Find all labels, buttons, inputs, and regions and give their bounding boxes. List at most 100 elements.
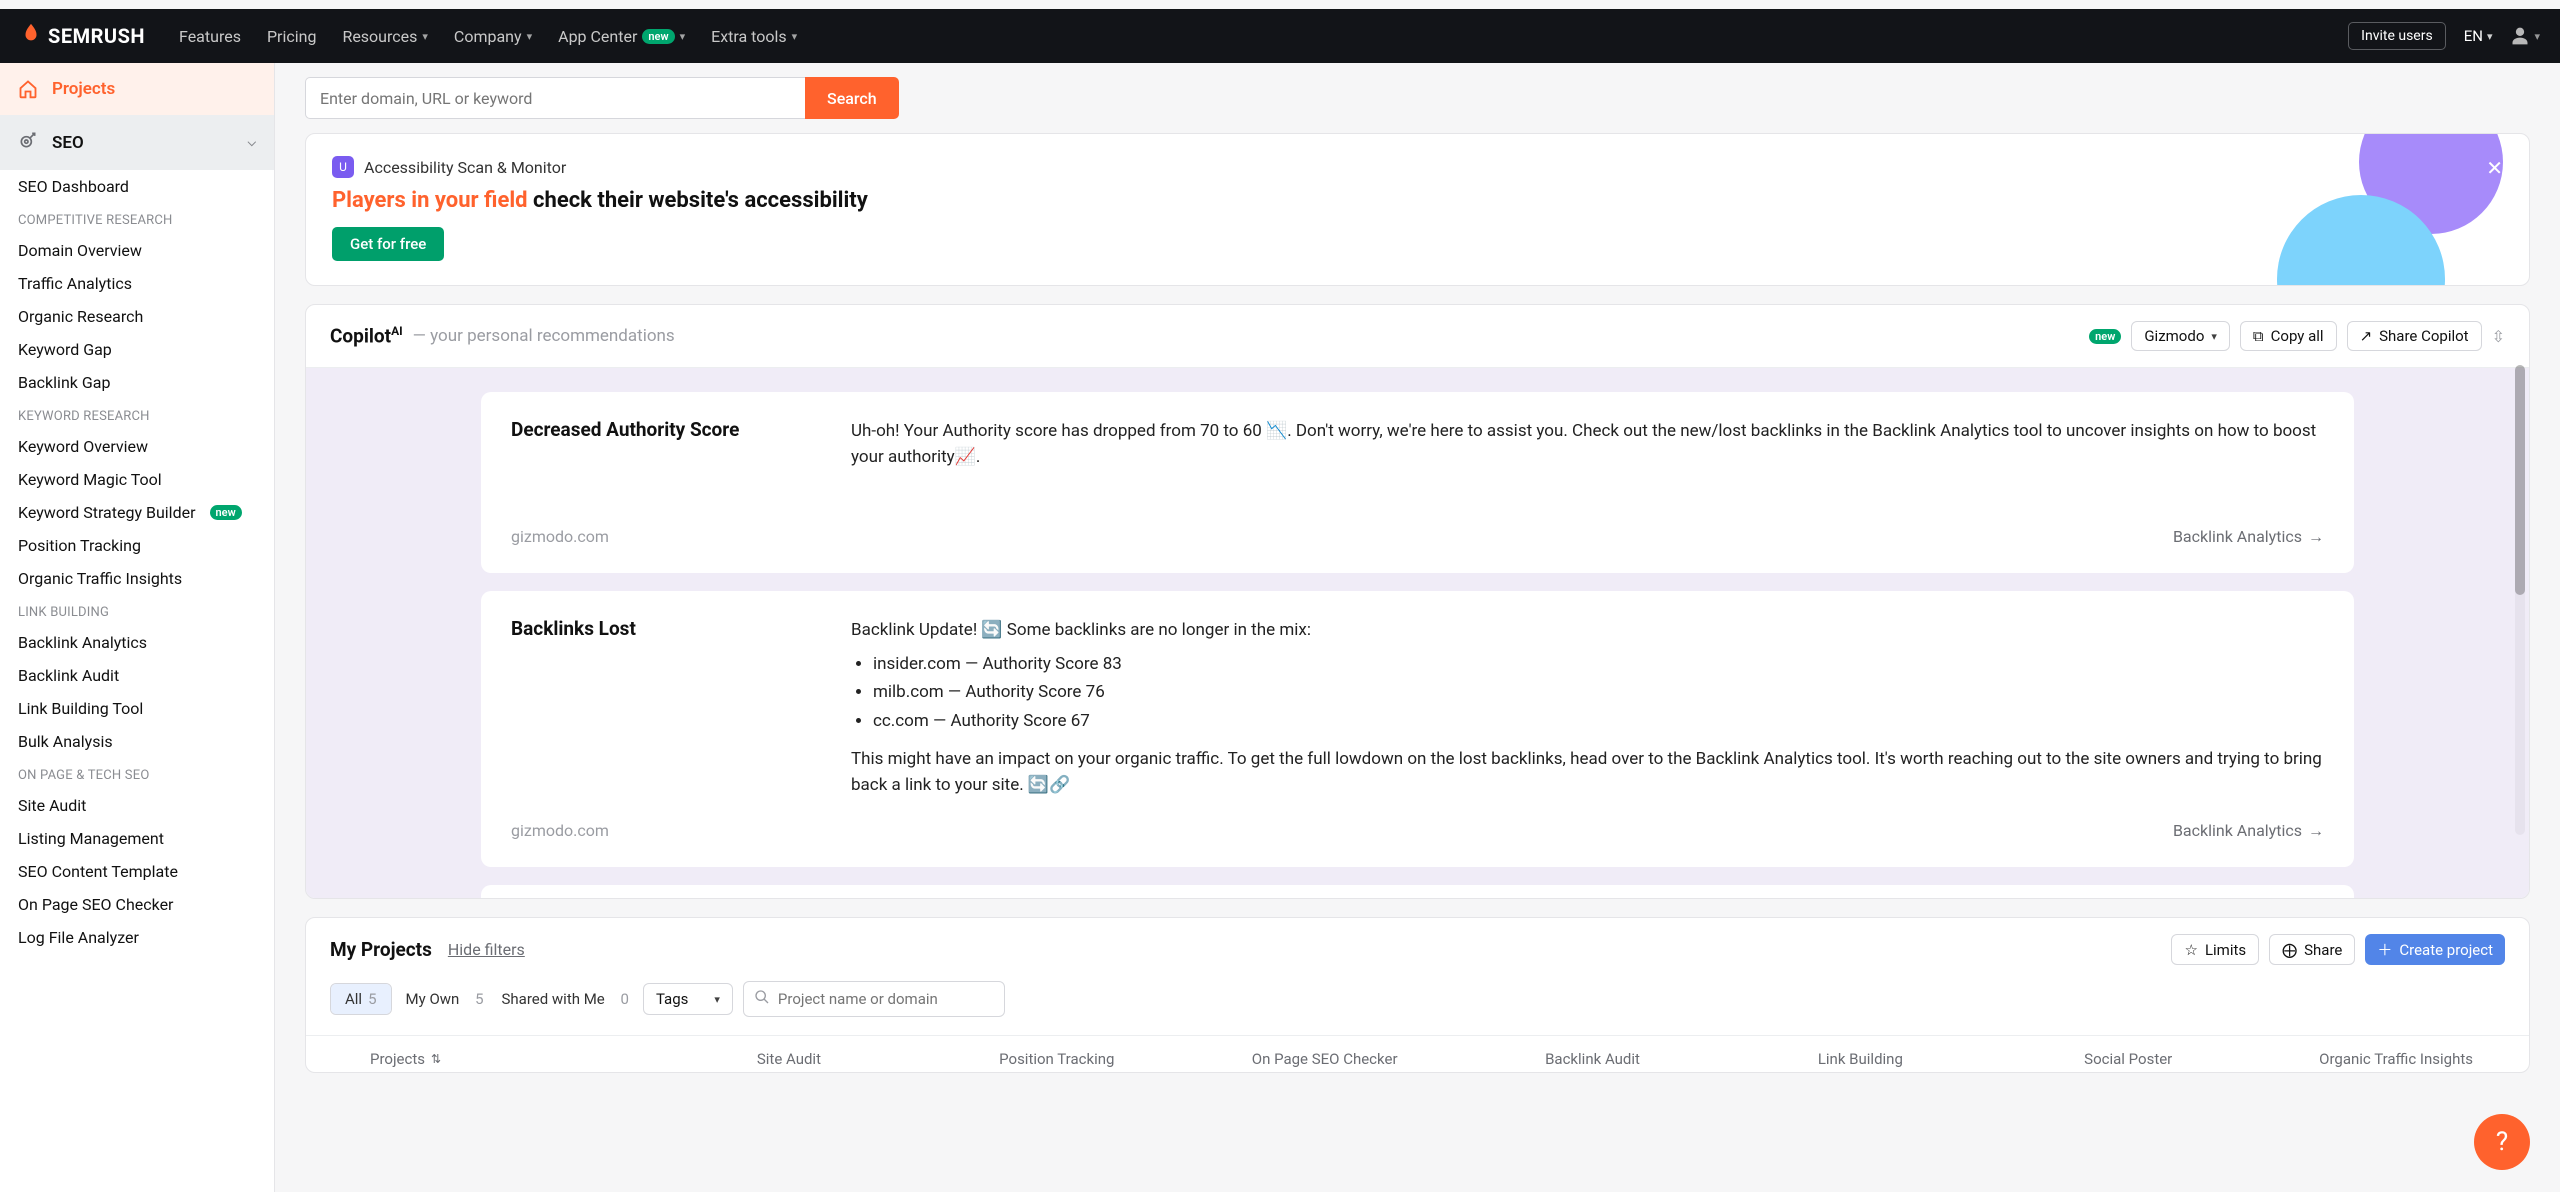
scrollbar[interactable]: [2515, 365, 2525, 835]
column-header: Site Audit: [680, 1050, 898, 1068]
chevron-down-icon: ▾: [527, 30, 533, 43]
sidebar-group-label: ON PAGE & TECH SEO: [0, 758, 274, 789]
sidebar-item[interactable]: Keyword Gap: [0, 333, 274, 366]
search-row: Search: [275, 63, 2560, 133]
column-header: Organic Traffic Insights: [2287, 1050, 2505, 1068]
sidebar-item[interactable]: Backlink Analytics: [0, 626, 274, 659]
sidebar-section-label: SEO: [52, 133, 84, 153]
list-item: cc.com — Authority Score 67: [873, 708, 2324, 734]
search-icon: [754, 989, 770, 1009]
sort-icon: ⇅: [431, 1052, 441, 1066]
backlink-analytics-link[interactable]: Backlink Analytics→: [2173, 527, 2324, 547]
logo[interactable]: SEMRUSH: [20, 22, 145, 50]
nav-app-center[interactable]: App Centernew▾: [558, 27, 685, 46]
user-menu[interactable]: ▾: [2510, 26, 2540, 46]
sidebar-group-label: COMPETITIVE RESEARCH: [0, 203, 274, 234]
copilot-project-selector[interactable]: Gizmodo▾: [2131, 321, 2230, 351]
chevron-down-icon: ⌵: [248, 136, 256, 150]
copilot-card: Backlinks Lost Backlink Update! 🔄 Some b…: [481, 591, 2354, 867]
sidebar-item[interactable]: Keyword Magic Tool: [0, 463, 274, 496]
sidebar-item[interactable]: Keyword Strategy Buildernew: [0, 496, 274, 529]
share-button[interactable]: ⨁Share: [2269, 934, 2355, 965]
project-search-input[interactable]: [778, 990, 994, 1008]
tab-all[interactable]: All5: [331, 984, 391, 1014]
sidebar-seo-dashboard[interactable]: SEO Dashboard: [0, 170, 274, 203]
list-item: insider.com — Authority Score 83: [873, 651, 2324, 677]
sidebar-item[interactable]: Site Audit: [0, 789, 274, 822]
get-free-button[interactable]: Get for free: [332, 227, 444, 261]
nav-resources[interactable]: Resources▾: [342, 27, 427, 46]
projects-table-header: Projects⇅ Site Audit Position Tracking O…: [306, 1035, 2529, 1072]
new-badge: new: [2089, 329, 2121, 344]
card-domain: gizmodo.com: [511, 527, 609, 547]
column-header[interactable]: Projects⇅: [330, 1050, 630, 1068]
card-title: Backlinks Lost: [511, 617, 811, 799]
close-icon[interactable]: ✕: [2486, 156, 2503, 180]
sidebar-projects-label: Projects: [52, 79, 115, 99]
domain-search-input[interactable]: [305, 77, 805, 119]
plus-icon: ＋: [2377, 939, 2392, 960]
collapse-icon[interactable]: ⇳: [2492, 327, 2505, 346]
nav-features[interactable]: Features: [179, 27, 241, 46]
main-content: Search ✕ U Accessibility Scan & Monitor …: [275, 63, 2560, 1192]
new-badge: new: [642, 29, 674, 44]
card-body: Backlink Update! 🔄 Some backlinks are no…: [851, 617, 2324, 799]
tab-shared[interactable]: Shared with Me 0: [498, 984, 633, 1014]
sidebar-item[interactable]: Organic Research: [0, 300, 274, 333]
chevron-down-icon: ▾: [792, 30, 798, 43]
promo-heading: Accessibility Scan & Monitor: [364, 158, 566, 177]
sidebar-item[interactable]: Backlink Gap: [0, 366, 274, 399]
chevron-down-icon: ▾: [2534, 30, 2540, 43]
invite-users-button[interactable]: Invite users: [2348, 22, 2446, 50]
card-domain: gizmodo.com: [511, 821, 609, 841]
backlink-analytics-link[interactable]: Backlink Analytics→: [2173, 821, 2324, 841]
create-project-button[interactable]: ＋Create project: [2365, 934, 2505, 965]
sidebar-item[interactable]: Keyword Overview: [0, 430, 274, 463]
sidebar-item[interactable]: Backlink Audit: [0, 659, 274, 692]
sidebar-item[interactable]: Bulk Analysis: [0, 725, 274, 758]
sidebar-item[interactable]: On Page SEO Checker: [0, 888, 274, 921]
nav-company[interactable]: Company▾: [454, 27, 532, 46]
chevron-down-icon: ▾: [422, 30, 428, 43]
card-body: Uh-oh! Your Authority score has dropped …: [851, 418, 2324, 471]
hide-filters-link[interactable]: Hide filters: [448, 940, 525, 959]
help-button[interactable]: ?: [2474, 1114, 2530, 1170]
sidebar-projects[interactable]: Projects: [0, 63, 274, 115]
add-user-icon: ⨁: [2282, 941, 2297, 959]
copy-all-button[interactable]: ⧉Copy all: [2240, 321, 2337, 351]
column-header: Position Tracking: [948, 1050, 1166, 1068]
project-search[interactable]: [743, 981, 1005, 1017]
nav-extra-tools[interactable]: Extra tools▾: [711, 27, 797, 46]
topbar: SEMRUSH Features Pricing Resources▾ Comp…: [0, 9, 2560, 63]
tags-dropdown[interactable]: Tags▾: [643, 983, 733, 1015]
column-header: Backlink Audit: [1484, 1050, 1702, 1068]
search-button[interactable]: Search: [805, 77, 899, 119]
chevron-down-icon: ▾: [680, 30, 686, 43]
arrow-right-icon: →: [2308, 527, 2324, 547]
list-item: milb.com — Authority Score 76: [873, 679, 2324, 705]
column-header: On Page SEO Checker: [1216, 1050, 1434, 1068]
language-selector[interactable]: EN▾: [2464, 27, 2493, 45]
copilot-body: Decreased Authority Score Uh-oh! Your Au…: [306, 368, 2529, 898]
nav-pricing[interactable]: Pricing: [267, 27, 317, 46]
home-icon: [18, 79, 38, 99]
sidebar-item[interactable]: Domain Overview: [0, 234, 274, 267]
copilot-card: Decreased Authority Score Uh-oh! Your Au…: [481, 392, 2354, 573]
projects-title: My Projects: [330, 938, 432, 961]
sidebar-item[interactable]: Listing Management: [0, 822, 274, 855]
copilot-panel: CopilotAI — your personal recommendation…: [305, 304, 2530, 899]
share-copilot-button[interactable]: ↗Share Copilot: [2347, 321, 2482, 351]
sidebar-seo-header[interactable]: SEO ⌵: [0, 115, 274, 170]
sidebar-item[interactable]: Position Tracking: [0, 529, 274, 562]
sidebar-group-label: LINK BUILDING: [0, 595, 274, 626]
sidebar-item[interactable]: Link Building Tool: [0, 692, 274, 725]
tab-my-own[interactable]: My Own 5: [402, 984, 488, 1014]
promo-title: Players in your field check their websit…: [332, 188, 2503, 213]
sidebar-group-label: KEYWORD RESEARCH: [0, 399, 274, 430]
sidebar-item[interactable]: SEO Content Template: [0, 855, 274, 888]
sidebar-item[interactable]: Organic Traffic Insights: [0, 562, 274, 595]
sidebar-item[interactable]: Traffic Analytics: [0, 267, 274, 300]
share-icon: ↗: [2360, 327, 2373, 345]
limits-button[interactable]: ☆Limits: [2171, 934, 2259, 965]
sidebar-item[interactable]: Log File Analyzer: [0, 921, 274, 954]
